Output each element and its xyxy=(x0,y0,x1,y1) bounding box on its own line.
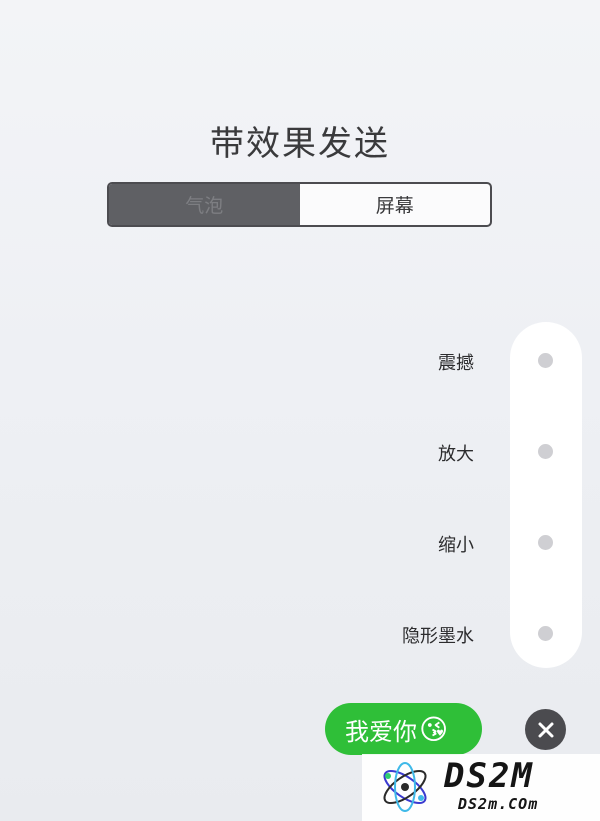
tab-bubble[interactable]: 气泡 xyxy=(109,184,300,225)
effect-type-segmented-control[interactable]: 气泡 屏幕 xyxy=(107,182,492,227)
atom-logo-icon xyxy=(383,762,427,812)
tab-screen[interactable]: 屏幕 xyxy=(300,184,491,225)
effect-label-slam[interactable]: 震撼 xyxy=(438,349,474,375)
message-text: 我爱你 xyxy=(345,717,417,746)
message-preview-bubble: 我爱你 😘 xyxy=(325,703,482,755)
effect-radio-invisible-ink[interactable] xyxy=(538,626,553,641)
watermark-brand: DS2M xyxy=(444,756,534,796)
effect-selector-track[interactable] xyxy=(510,322,582,668)
effect-label-gentle[interactable]: 缩小 xyxy=(438,531,474,557)
watermark-site: DS2m.COm xyxy=(458,795,539,813)
kiss-emoji-icon: 😘 xyxy=(419,712,449,746)
close-button[interactable] xyxy=(525,709,566,750)
effect-radio-gentle[interactable] xyxy=(538,535,553,550)
page-title: 带效果发送 xyxy=(210,124,390,164)
effect-radio-slam[interactable] xyxy=(538,353,553,368)
close-icon xyxy=(538,722,553,737)
effect-label-loud[interactable]: 放大 xyxy=(438,440,474,466)
effect-label-invisible-ink[interactable]: 隐形墨水 xyxy=(402,622,474,648)
watermark: DS2M DS2m.COm xyxy=(362,754,600,821)
effect-radio-loud[interactable] xyxy=(538,444,553,459)
